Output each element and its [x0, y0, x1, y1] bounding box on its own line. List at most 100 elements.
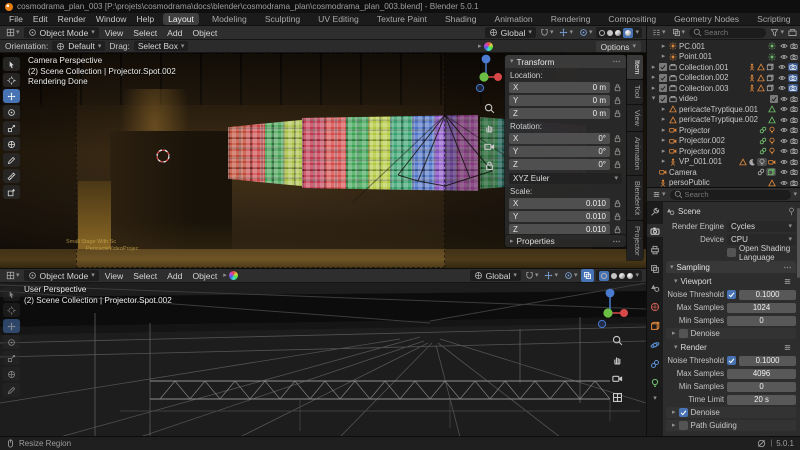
exclude-checkbox[interactable]	[659, 84, 667, 92]
outliner-item[interactable]: ▸Projector	[647, 125, 800, 136]
editor-type-button[interactable]: ▾	[4, 271, 22, 280]
search-input[interactable]	[685, 190, 788, 199]
eye-icon[interactable]	[780, 137, 788, 145]
outliner-item[interactable]: ▾video	[647, 94, 800, 105]
workspace-tab-rendering[interactable]: Rendering	[546, 13, 596, 25]
render-visibility-icon[interactable]	[789, 63, 797, 71]
workspace-tab-scripting[interactable]: Scripting	[752, 13, 795, 25]
noise-threshold-field[interactable]: 0.1000	[739, 290, 796, 300]
snap-toggle[interactable]: ▾	[523, 271, 541, 280]
eye-icon[interactable]	[780, 147, 788, 155]
options-dropdown[interactable]: Options▾	[596, 41, 641, 52]
menu-view[interactable]: View	[105, 28, 123, 38]
menu-object[interactable]: Object	[192, 28, 217, 38]
render-visibility-icon[interactable]	[790, 95, 798, 103]
tab-scene[interactable]	[647, 281, 663, 294]
render-engine-dropdown[interactable]: Cycles▾	[727, 221, 796, 232]
menu-add[interactable]: Add	[167, 271, 182, 281]
viewport-denoise-panel[interactable]: ▸Denoise	[666, 328, 796, 339]
render-visibility-icon[interactable]	[790, 105, 798, 113]
drag-setting-dropdown[interactable]: Select Box▾	[134, 41, 189, 51]
mode-dropdown[interactable]: Object Mode▾	[24, 27, 99, 38]
eye-icon[interactable]	[780, 168, 788, 176]
expand-icon[interactable]: ▸	[650, 85, 657, 92]
render-visibility-icon[interactable]	[790, 53, 798, 61]
new-collection-button[interactable]	[788, 28, 797, 37]
workspace-tab-texture-paint[interactable]: Texture Paint	[372, 13, 432, 25]
render-visibility-icon[interactable]	[790, 137, 798, 145]
proportional-edit-toggle[interactable]: ▾	[562, 271, 580, 280]
tab-blenderkit[interactable]: BlenderKit	[627, 176, 643, 220]
viewport-top-canvas[interactable]: SR1.003 Small Stage With Sc PericacteVid…	[0, 53, 646, 268]
tab-projector[interactable]: Projector	[627, 221, 643, 261]
proportional-edit-toggle[interactable]: ▾	[577, 28, 595, 37]
menu-select[interactable]: Select	[133, 271, 157, 281]
render-visibility-icon[interactable]	[789, 84, 797, 92]
denoise-checkbox[interactable]	[679, 408, 688, 417]
expand-icon[interactable]: ▸	[660, 158, 667, 165]
lock-icon[interactable]	[613, 147, 622, 156]
lock-icon[interactable]	[613, 212, 622, 221]
expand-icon[interactable]: ▸	[660, 43, 667, 50]
tool-add-cube[interactable]	[3, 185, 20, 199]
render-section-header[interactable]: ▾Render	[666, 341, 796, 353]
outliner-item[interactable]: ▸VP_001.001	[647, 157, 800, 168]
eye-icon[interactable]	[780, 42, 788, 50]
tab-tool[interactable]: Tool	[627, 80, 643, 104]
tab-output[interactable]	[647, 243, 663, 256]
workspace-tab-animation[interactable]: Animation	[489, 13, 537, 25]
render-visibility-icon[interactable]	[790, 168, 798, 176]
viewport-section-header[interactable]: ▾Viewport	[666, 275, 796, 287]
denoise-checkbox[interactable]	[679, 329, 688, 338]
eye-icon[interactable]	[780, 95, 788, 103]
path-guiding-checkbox[interactable]	[679, 421, 688, 430]
tab-view[interactable]: View	[627, 105, 643, 131]
outliner-item[interactable]: ▸PC.001	[647, 41, 800, 52]
network-offline-icon[interactable]	[757, 439, 766, 448]
menu-help[interactable]: Help	[136, 14, 154, 24]
render-denoise-panel[interactable]: ▸Denoise	[666, 407, 796, 418]
tab-world[interactable]	[647, 300, 663, 313]
tool-annotate[interactable]	[3, 383, 20, 397]
noise-threshold-field[interactable]: 0.1000	[739, 356, 796, 366]
editor-type-button[interactable]: ▾	[650, 28, 668, 37]
eye-icon[interactable]	[780, 116, 788, 124]
camera-view-icon[interactable]	[612, 373, 623, 384]
menu-view[interactable]: View	[105, 271, 123, 281]
viewport-bottom-canvas[interactable]: User Perspective (2) Scene Collection | …	[0, 283, 646, 436]
min-samples-field[interactable]: 0	[727, 382, 796, 392]
mode-dropdown[interactable]: Object Mode▾	[24, 270, 99, 281]
tool-scale[interactable]	[3, 351, 20, 365]
header-extras-icon[interactable]: ▸	[223, 272, 227, 279]
workspace-tab-uv-editing[interactable]: UV Editing	[313, 13, 364, 25]
rotation-x-field[interactable]: X0°	[509, 133, 610, 144]
rotation-mode-dropdown[interactable]: XYZ Euler▾	[509, 173, 622, 184]
snap-target-dropdown[interactable]: ▾	[542, 271, 560, 280]
tab-animation[interactable]: Animation	[627, 132, 643, 175]
shading-material-button[interactable]	[615, 30, 621, 36]
scale-y-field[interactable]: Y0.010	[509, 211, 610, 222]
outliner-item[interactable]: Camera	[647, 167, 800, 178]
workspace-tab-modeling[interactable]: Modeling	[207, 13, 252, 25]
lock-icon[interactable]	[613, 96, 622, 105]
eye-icon[interactable]	[778, 74, 786, 82]
lock-icon[interactable]	[613, 199, 622, 208]
expand-icon[interactable]: ▸	[660, 137, 667, 144]
expand-icon[interactable]: ▸	[660, 53, 667, 60]
orientation-setting-dropdown[interactable]: Default▾	[52, 41, 105, 51]
outliner-item[interactable]: ▸Point.001	[647, 52, 800, 63]
eye-icon[interactable]	[780, 105, 788, 113]
max-samples-field[interactable]: 1024	[727, 303, 796, 313]
editor-type-button[interactable]: ▾	[650, 190, 668, 199]
rotation-z-field[interactable]: Z0°	[509, 159, 610, 170]
noise-threshold-checkbox[interactable]	[727, 290, 736, 299]
expand-icon[interactable]: ▸	[660, 127, 667, 134]
menu-select[interactable]: Select	[133, 28, 157, 38]
lock-icon[interactable]	[613, 225, 622, 234]
transform-orientation-dropdown[interactable]: Global▾	[485, 27, 536, 38]
outliner-item[interactable]: ▸Projector.002	[647, 136, 800, 147]
max-samples-field[interactable]: 4096	[727, 369, 796, 379]
shading-rendered-button[interactable]	[623, 28, 633, 38]
scale-x-field[interactable]: X0.010	[509, 198, 610, 209]
outliner-item[interactable]: ▸pericacteTryptique.002	[647, 115, 800, 126]
